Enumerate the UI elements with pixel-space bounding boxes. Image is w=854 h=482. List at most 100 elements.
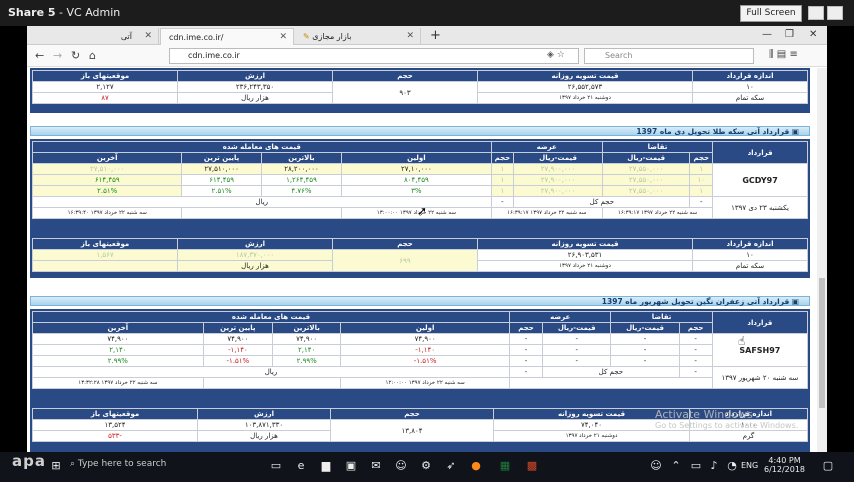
sidebar-icon[interactable]: ▤: [777, 49, 786, 60]
trade-value: ۲۳۶,۲۴۳,۳۵۰: [177, 81, 333, 93]
mail-icon[interactable]: ✉: [368, 459, 384, 475]
minimize-icon[interactable]: —: [762, 29, 772, 40]
scrollbar-thumb[interactable]: [819, 278, 825, 408]
header-demand-qty: حجم: [689, 152, 714, 164]
app-icon[interactable]: ⚙: [418, 459, 434, 475]
section-title: قرارداد آتی زعفران نگین تحویل شهریور ماه…: [601, 297, 790, 306]
header-lowest: پایین ترین: [181, 152, 262, 164]
home-icon[interactable]: ⌂: [89, 49, 96, 62]
search-input[interactable]: Search: [584, 48, 754, 64]
back-icon[interactable]: ←: [35, 49, 44, 62]
contract-size: ۱۰: [692, 81, 808, 93]
demand-price-3: ۲۷,۵۵۰,۰۰۰: [601, 185, 691, 197]
expiry-date: سه شنبه ۲۰ شهریور ۱۳۹۷: [711, 366, 809, 389]
url-bar[interactable]: cdn.ime.co.ir: [169, 48, 579, 64]
trade-volume: ۹۰۳: [332, 81, 478, 104]
last-time: ۱۶:۳۹:۴۰ سه شنبه ۲۲ خرداد ۱۳۹۷: [31, 207, 183, 219]
collapse-icon[interactable]: ▣: [792, 127, 799, 136]
people-tray-icon[interactable]: ☺: [648, 459, 664, 475]
close-icon[interactable]: ✕: [406, 31, 414, 41]
demand-price-2: -: [610, 344, 680, 356]
total-volume-dash: -: [689, 196, 714, 208]
last-percent: ۲.۹۹%: [32, 355, 204, 367]
supply-qty-2: -: [508, 344, 544, 356]
share-title-rest: - VC Admin: [55, 6, 121, 19]
tab-cdn[interactable]: cdn.ime.co.ir/ ✕: [160, 28, 294, 45]
header-supply-qty: حجم: [508, 322, 544, 334]
notification-icon[interactable]: ▢: [820, 459, 836, 475]
powerpoint-icon[interactable]: ▩: [524, 459, 540, 475]
edge-icon[interactable]: e: [293, 459, 309, 475]
reload-icon[interactable]: ↻: [71, 49, 80, 62]
last-price: ۲۷,۵۱۰,۰۰۰: [31, 163, 183, 175]
supply-qty: ۱: [490, 163, 515, 175]
open-positions-change: ۵۳۳-: [32, 430, 198, 442]
clock[interactable]: 4:40 PM 6/12/2018: [764, 456, 805, 474]
size-unit: گرم: [689, 430, 808, 442]
header-highest: بالاترین: [260, 152, 343, 164]
browser-window: آتی ✕ cdn.ime.co.ir/✕ ✎ بازار مجازی ✕ + — …: [27, 26, 827, 452]
share-title-bold: Share 5: [8, 6, 56, 19]
lowest-change: -۱,۱۴۰: [202, 344, 274, 356]
task-view-icon[interactable]: ▭: [268, 459, 284, 475]
people-icon[interactable]: ☺: [393, 459, 409, 475]
section-bar-safsh97[interactable]: قرارداد آتی زعفران نگین تحویل شهریور ماه…: [30, 296, 810, 306]
app-arrow-icon[interactable]: ➶: [443, 459, 459, 475]
trade-volume: ۱۳,۸۰۴: [330, 419, 494, 442]
library-icon[interactable]: ⫼: [769, 49, 774, 60]
url-action-icons: ◈ ☆: [547, 50, 565, 60]
close-icon[interactable]: ✕: [144, 31, 152, 41]
trade-volume: ۶۹۹: [332, 249, 478, 272]
new-tab-icon[interactable]: +: [430, 28, 441, 43]
minimize-view-icon[interactable]: [808, 6, 824, 20]
block3-trade-table: قیمت های معامله شده عرضه تقاضا قرارداد آ…: [32, 311, 809, 389]
tab-label: آتی: [120, 32, 132, 41]
last-change: ۶۱۴,۴۵۹: [31, 174, 183, 186]
taskbar-search-text: Type here to search: [77, 459, 167, 469]
volume-icon[interactable]: ♪: [706, 459, 722, 475]
settle-date: دوشنبه ۲۱ خرداد ۱۳۹۷: [477, 260, 693, 272]
last-price: ۷۴,۹۰۰: [32, 333, 204, 345]
first-change: -۱,۱۴۰: [340, 344, 510, 356]
taskbar-search[interactable]: ⌕ Type here to search: [70, 459, 166, 469]
demand-qty: ۱: [689, 163, 714, 175]
windows-start-icon[interactable]: ⊞: [48, 459, 64, 475]
section-bar-gcdy97[interactable]: قرارداد آتی سکه طلا تحویل دی ماه 1397 ▣: [30, 126, 810, 136]
wifi-icon[interactable]: ◔: [724, 459, 740, 475]
collapse-icon[interactable]: ▣: [792, 297, 799, 306]
file-explorer-icon[interactable]: ▆: [318, 459, 334, 475]
demand-price-2: ۲۷,۵۵۰,۰۰۰: [601, 174, 691, 186]
highest-price: ۲۸,۲۰۰,۰۰۰: [260, 163, 343, 175]
header-contract-size: اندازه قرارداد: [692, 70, 808, 82]
url-text: cdn.ime.co.ir: [188, 51, 240, 60]
tab-ati[interactable]: آتی ✕: [27, 28, 159, 45]
lowest-percent: ۲.۵۱%: [181, 185, 262, 197]
tab-virtual-market[interactable]: ✎ بازار مجازی ✕: [295, 28, 421, 45]
tile-view-icon[interactable]: [827, 6, 843, 20]
first-price: ۲۷,۱۰,۰۰۰: [341, 163, 492, 175]
forward-icon[interactable]: →: [53, 49, 62, 62]
bookmark-star-icon[interactable]: ☆: [557, 50, 565, 60]
close-icon[interactable]: ✕: [279, 32, 287, 42]
fullscreen-button[interactable]: Full Screen: [740, 5, 802, 22]
maximize-icon[interactable]: ❐: [785, 29, 794, 40]
close-window-icon[interactable]: ✕: [809, 29, 817, 40]
firefox-icon[interactable]: ●: [468, 459, 484, 475]
activate-windows-watermark: Activate Windows Go to Settings to activ…: [655, 408, 798, 430]
excel-icon[interactable]: ▦: [497, 459, 513, 475]
store-icon[interactable]: ▣: [343, 459, 359, 475]
contract-code: SAFSH97: [711, 333, 809, 367]
menu-icon[interactable]: ≡: [789, 49, 797, 60]
pocket-icon[interactable]: ◈: [547, 50, 554, 60]
vertical-scrollbar[interactable]: [817, 68, 827, 452]
last-percent: ۲.۵۱%: [31, 185, 183, 197]
block1-summary-table: موقعیتهای باز ارزش حجم قیمت تسویه روزانه…: [32, 70, 808, 104]
nav-bar: ← → ↻ ⌂ cdn.ime.co.ir ◈ ☆ Search ⫼ ▤ ≡: [27, 45, 827, 67]
header-value: ارزش: [197, 408, 331, 420]
network-icon[interactable]: ▭: [688, 459, 704, 475]
trade-value: ۱۸۷,۳۷۰,۰۰۰: [177, 249, 333, 261]
language-indicator[interactable]: ENG: [741, 461, 758, 470]
tray-chevron-icon[interactable]: ⌃: [668, 459, 684, 475]
highest-price: ۷۴,۹۰۰: [272, 333, 342, 345]
page-content: موقعیتهای باز ارزش حجم قیمت تسویه روزانه…: [27, 68, 817, 452]
